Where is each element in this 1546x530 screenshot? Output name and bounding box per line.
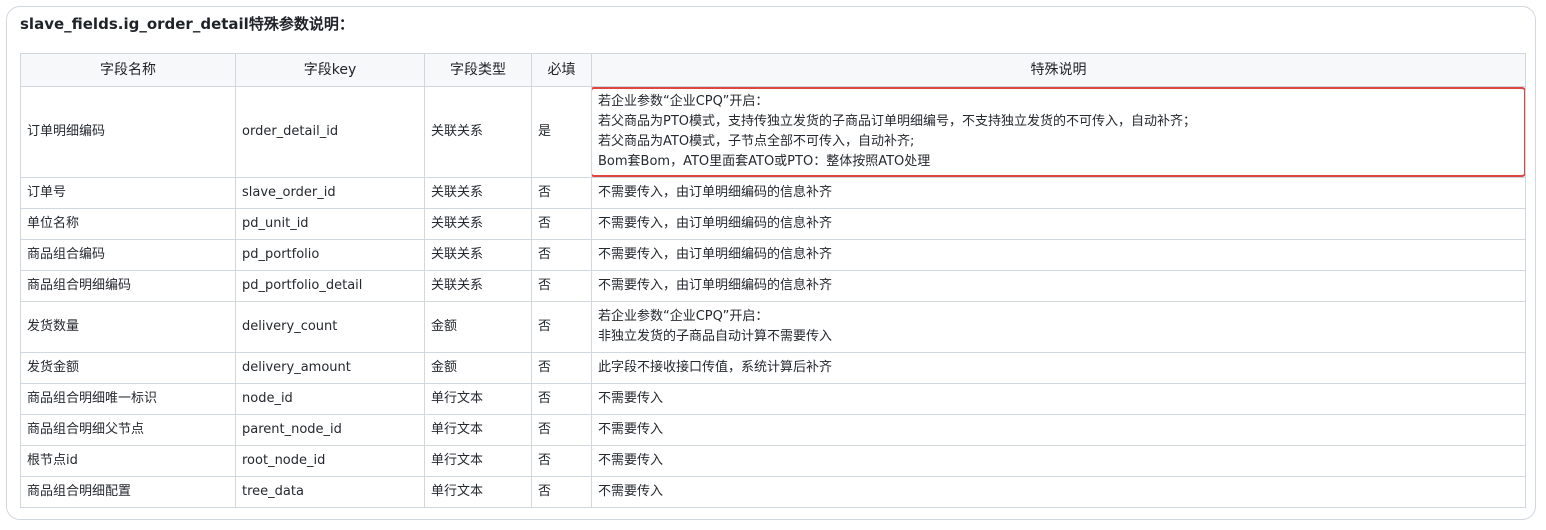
note-line: Bom套Bom，ATO里面套ATO或PTO：整体按照ATO处理	[598, 154, 931, 169]
table-row: 商品组合编码 pd_portfolio 关联关系 否 不需要传入，由订单明细编码…	[20, 239, 1526, 271]
spec-table: 字段名称 字段key 字段类型 必填 特殊说明 订单明细编码 order_det…	[20, 53, 1526, 508]
cell-key: tree_data	[235, 476, 425, 508]
cell-key: order_detail_id	[235, 86, 425, 178]
cell-key: parent_node_id	[235, 414, 425, 446]
cell-key: pd_unit_id	[235, 208, 425, 240]
header-special-note: 特殊说明	[591, 53, 1526, 87]
cell-key: delivery_amount	[235, 352, 425, 384]
table-row: 商品组合明细父节点 parent_node_id 单行文本 否 不需要传入	[20, 414, 1526, 446]
cell-type: 关联关系	[424, 86, 532, 178]
header-field-name: 字段名称	[20, 53, 236, 87]
note-line: 若企业参数“企业CPQ”开启：	[598, 94, 769, 109]
cell-name: 发货金额	[20, 352, 236, 384]
cell-name: 商品组合明细父节点	[20, 414, 236, 446]
cell-key: delivery_count	[235, 301, 425, 353]
cell-type: 单行文本	[424, 476, 532, 508]
cell-name: 商品组合明细配置	[20, 476, 236, 508]
table-row: 根节点id root_node_id 单行文本 否 不需要传入	[20, 445, 1526, 477]
table-row: 商品组合明细编码 pd_portfolio_detail 关联关系 否 不需要传…	[20, 270, 1526, 302]
table-row: 单位名称 pd_unit_id 关联关系 否 不需要传入，由订单明细编码的信息补…	[20, 208, 1526, 240]
note-line: 若父商品为ATO模式，子节点全部不可传入，自动补齐;	[598, 134, 915, 149]
cell-type: 关联关系	[424, 208, 532, 240]
header-field-key: 字段key	[235, 53, 425, 87]
header-required: 必填	[531, 53, 592, 87]
cell-type: 金额	[424, 352, 532, 384]
cell-type: 单行文本	[424, 445, 532, 477]
cell-required: 否	[531, 383, 592, 415]
cell-required: 否	[531, 476, 592, 508]
cell-key: node_id	[235, 383, 425, 415]
table-row: 发货数量 delivery_count 金额 否 若企业参数“企业CPQ”开启：…	[20, 301, 1526, 353]
cell-name: 商品组合明细唯一标识	[20, 383, 236, 415]
cell-required: 否	[531, 414, 592, 446]
cell-required: 否	[531, 301, 592, 353]
cell-name: 发货数量	[20, 301, 236, 353]
cell-note: 若企业参数“企业CPQ”开启： 非独立发货的子商品自动计算不需要传入	[591, 301, 1526, 353]
cell-type: 关联关系	[424, 177, 532, 209]
cell-note: 不需要传入，由订单明细编码的信息补齐	[591, 208, 1526, 240]
cell-note: 不需要传入	[591, 445, 1526, 477]
cell-required: 否	[531, 208, 592, 240]
cell-name: 订单明细编码	[20, 86, 236, 178]
cell-required: 否	[531, 270, 592, 302]
cell-required: 否	[531, 177, 592, 209]
cell-key: slave_order_id	[235, 177, 425, 209]
cell-key: pd_portfolio	[235, 239, 425, 271]
table-row: 商品组合明细配置 tree_data 单行文本 否 不需要传入	[20, 476, 1526, 508]
note-line: 非独立发货的子商品自动计算不需要传入	[598, 329, 833, 344]
cell-note: 不需要传入	[591, 476, 1526, 508]
cell-note-highlighted: 若企业参数“企业CPQ”开启： 若父商品为PTO模式，支持传独立发货的子商品订单…	[591, 86, 1526, 178]
cell-required: 否	[531, 445, 592, 477]
cell-type: 单行文本	[424, 414, 532, 446]
cell-name: 根节点id	[20, 445, 236, 477]
cell-type: 金额	[424, 301, 532, 353]
table-header-row: 字段名称 字段key 字段类型 必填 特殊说明	[20, 53, 1526, 87]
header-field-type: 字段类型	[424, 53, 532, 87]
cell-type: 关联关系	[424, 270, 532, 302]
cell-name: 单位名称	[20, 208, 236, 240]
table-row: 发货金额 delivery_amount 金额 否 此字段不接收接口传值，系统计…	[20, 352, 1526, 384]
cell-type: 单行文本	[424, 383, 532, 415]
cell-key: root_node_id	[235, 445, 425, 477]
cell-note: 此字段不接收接口传值，系统计算后补齐	[591, 352, 1526, 384]
cell-required: 否	[531, 352, 592, 384]
cell-name: 订单号	[20, 177, 236, 209]
cell-note: 不需要传入	[591, 383, 1526, 415]
table-row: 订单号 slave_order_id 关联关系 否 不需要传入，由订单明细编码的…	[20, 177, 1526, 209]
table-row: 订单明细编码 order_detail_id 关联关系 是 若企业参数“企业CP…	[20, 86, 1526, 178]
cell-required: 是	[531, 86, 592, 178]
cell-name: 商品组合明细编码	[20, 270, 236, 302]
cell-note: 不需要传入，由订单明细编码的信息补齐	[591, 177, 1526, 209]
cell-type: 关联关系	[424, 239, 532, 271]
cell-note: 不需要传入，由订单明细编码的信息补齐	[591, 270, 1526, 302]
cell-note: 不需要传入	[591, 414, 1526, 446]
cell-name: 商品组合编码	[20, 239, 236, 271]
note-line: 若企业参数“企业CPQ”开启：	[598, 309, 769, 324]
section-title: slave_fields.ig_order_detail特殊参数说明：	[20, 15, 354, 33]
note-line: 若父商品为PTO模式，支持传独立发货的子商品订单明细编号，不支持独立发货的不可传…	[598, 114, 1197, 129]
cell-key: pd_portfolio_detail	[235, 270, 425, 302]
cell-required: 否	[531, 239, 592, 271]
cell-note: 不需要传入，由订单明细编码的信息补齐	[591, 239, 1526, 271]
table-row: 商品组合明细唯一标识 node_id 单行文本 否 不需要传入	[20, 383, 1526, 415]
